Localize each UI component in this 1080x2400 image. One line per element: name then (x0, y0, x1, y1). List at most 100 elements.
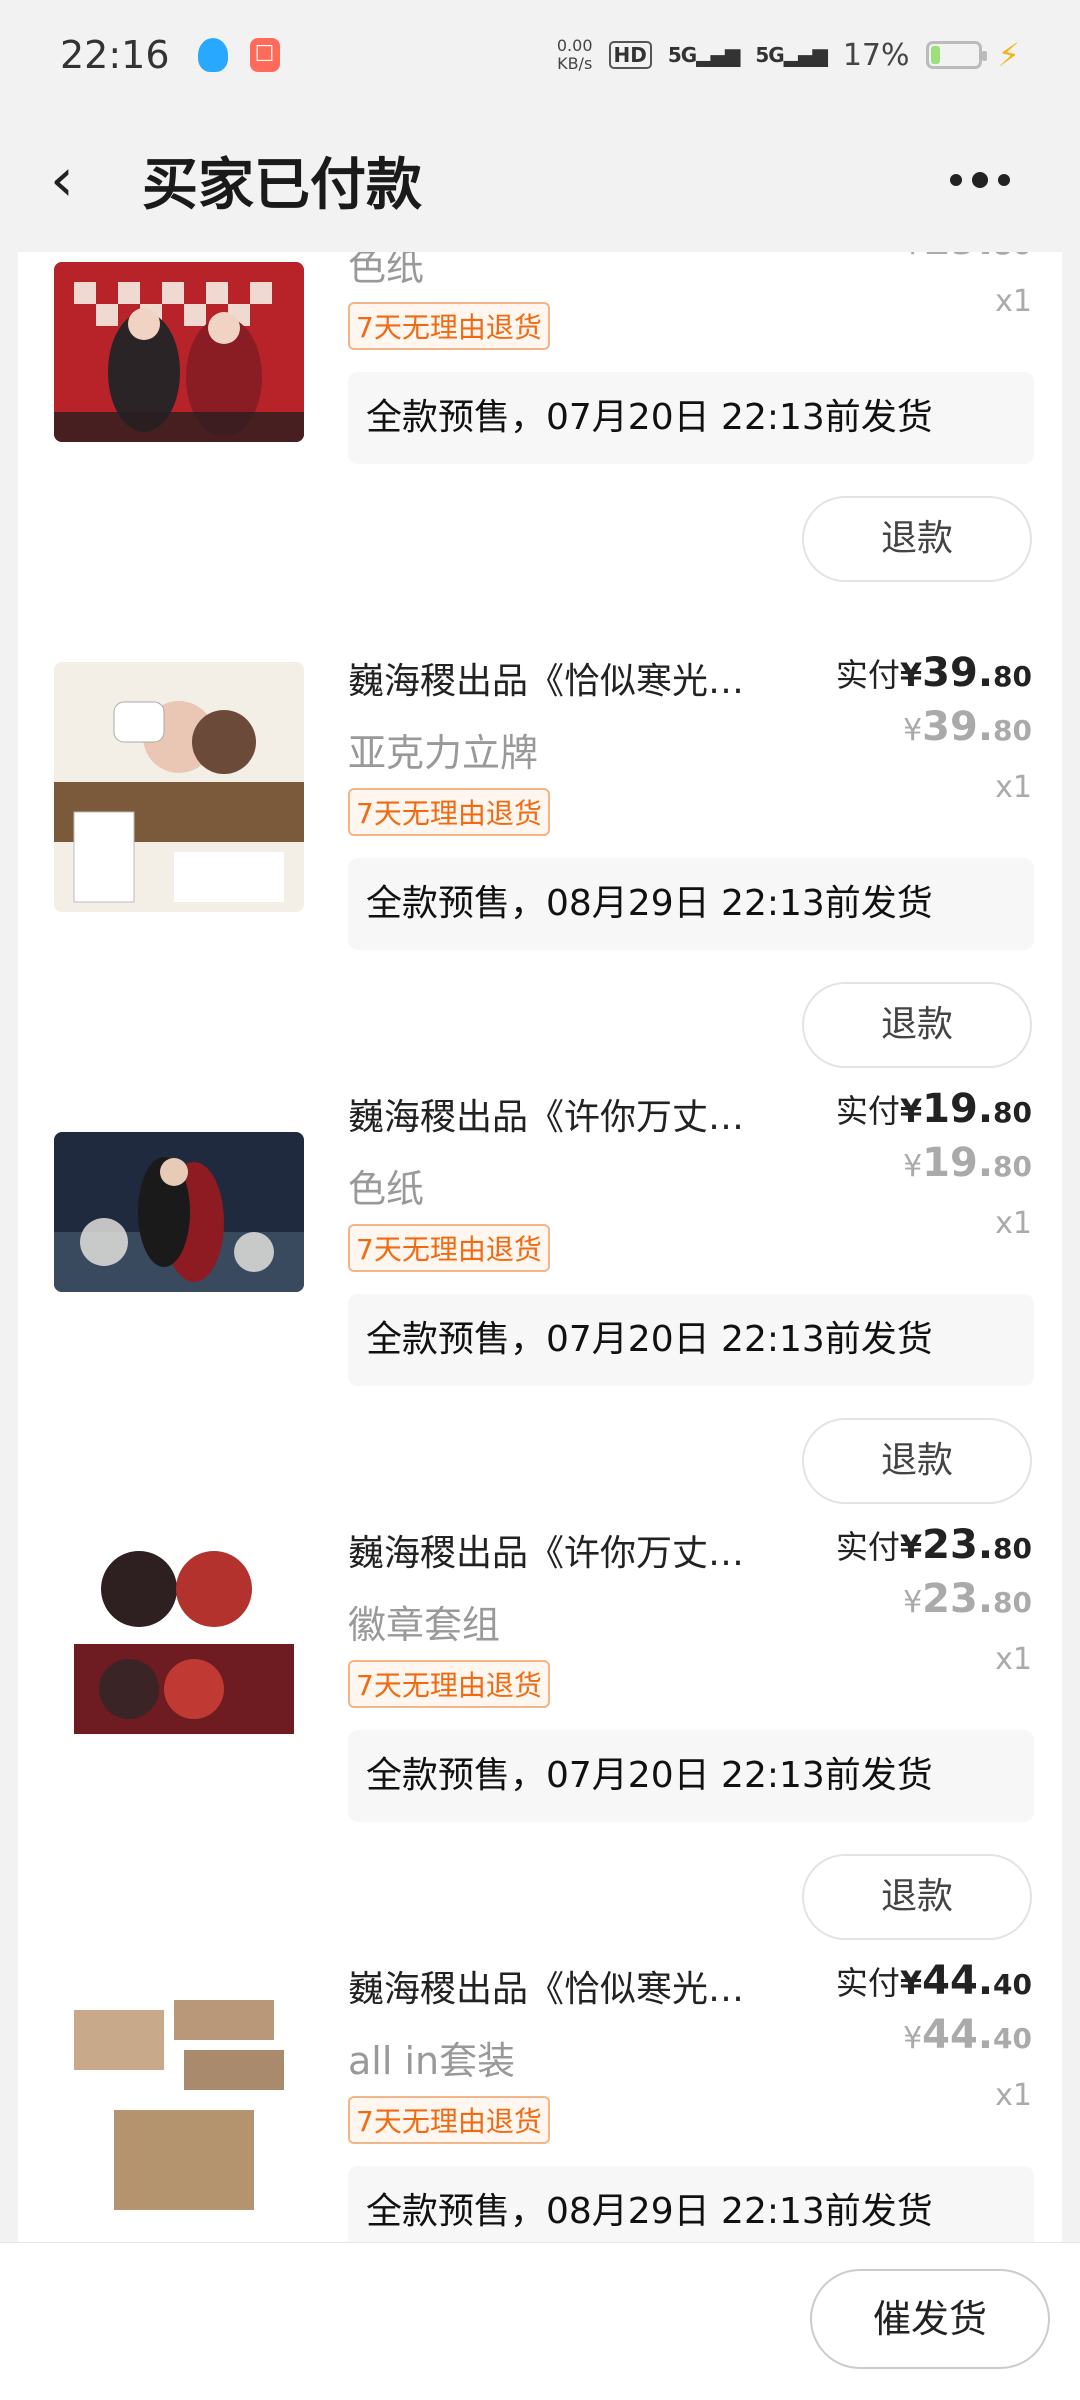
order-item[interactable]: 巍海稷出品《许你万丈… 色纸 7天无理由退货 实付¥19.80 ¥19.80 x… (18, 1086, 1062, 1524)
original-price: ¥39.80 (903, 704, 1032, 750)
paid-currency: ¥ (899, 1964, 923, 2002)
qq-icon (197, 38, 228, 72)
urge-shipping-button[interactable]: 催发货 (810, 2269, 1050, 2369)
product-title: 巍海稷出品《恰似寒光… (348, 661, 745, 702)
order-items-card: 色纸 7天无理由退货 ¥19.80 x1 全款预售，07月20日 22:13前发… (18, 252, 1062, 2242)
order-item[interactable]: 巍海稷出品《恰似寒光… all in套装 7天无理由退货 实付¥44.40 ¥4… (18, 1958, 1062, 2242)
product-art (54, 1132, 304, 1292)
order-item[interactable]: 色纸 7天无理由退货 ¥19.80 x1 全款预售，07月20日 22:13前发… (18, 252, 1062, 602)
refund-button[interactable]: 退款 (802, 982, 1032, 1068)
app-notification-icon: ☐ (249, 38, 280, 72)
shipping-info: 全款预售，08月29日 22:13前发货 (348, 858, 1034, 950)
product-variant: 亚克力立牌 (348, 731, 539, 775)
product-image[interactable] (54, 262, 304, 442)
original-price: ¥19.80 (903, 1140, 1032, 1186)
paid-label: 实付 (835, 1528, 900, 1566)
quantity: x1 (995, 2078, 1032, 2113)
product-image[interactable] (54, 1534, 304, 1784)
shipping-info: 全款预售，07月20日 22:13前发货 (348, 1294, 1034, 1386)
shipping-info: 全款预售，08月29日 22:13前发货 (348, 2166, 1034, 2242)
product-image[interactable] (54, 1132, 304, 1292)
paid-price: 实付¥23.80 (836, 1522, 1032, 1568)
more-dots-icon[interactable] (950, 172, 1010, 188)
quantity: x1 (995, 770, 1032, 805)
orig-int: 39. (922, 704, 994, 750)
paid-dec: 40 (993, 1968, 1032, 2001)
orig-dec: 80 (993, 714, 1032, 747)
orig-dec: 40 (993, 2022, 1032, 2055)
original-price: ¥44.40 (903, 2012, 1032, 2058)
battery-percent: 17% (842, 37, 910, 73)
page-title: 买家已付款 (142, 152, 422, 218)
product-variant: all in套装 (348, 2039, 516, 2083)
paid-dec: 80 (993, 1096, 1032, 1129)
sim2-label: 5G (755, 43, 784, 67)
quantity: x1 (995, 1206, 1032, 1241)
product-title: 巍海稷出品《许你万丈… (348, 1533, 745, 1574)
paid-label: 实付 (835, 1092, 900, 1130)
orig-currency: ¥ (903, 1585, 923, 1620)
refund-button[interactable]: 退款 (802, 1418, 1032, 1504)
sim1-label: 5G (667, 43, 697, 67)
status-time: 22:16 (60, 33, 170, 77)
paid-int: 44. (922, 1958, 994, 2004)
orig-currency: ¥ (903, 2021, 923, 2056)
net-speed: 0.00 KB/s (557, 37, 593, 73)
charging-icon: ⚡ (997, 36, 1020, 74)
net-speed-value: 0.00 (556, 36, 593, 55)
back-chevron-icon[interactable]: ‹ (50, 150, 120, 210)
battery-fill (930, 46, 940, 64)
return-policy-tag: 7天无理由退货 (348, 788, 550, 836)
return-policy-tag: 7天无理由退货 (348, 1660, 550, 1708)
original-price: ¥23.80 (903, 1576, 1032, 1622)
refund-button[interactable]: 退款 (802, 1854, 1032, 1940)
orig-currency: ¥ (903, 1149, 923, 1184)
orig-dec: 80 (993, 1586, 1032, 1619)
orig-currency: ¥ (903, 252, 922, 262)
paid-currency: ¥ (899, 656, 923, 694)
orig-dec: 80 (993, 252, 1032, 261)
quantity: x1 (995, 284, 1032, 319)
hd-icon: HD (608, 41, 652, 69)
orig-dec: 80 (993, 1150, 1032, 1183)
refund-button[interactable]: 退款 (802, 496, 1032, 582)
paid-price: 实付¥44.40 (836, 1958, 1032, 2004)
paid-dec: 80 (993, 1532, 1032, 1565)
return-policy-tag: 7天无理由退货 (348, 302, 550, 350)
product-art (54, 1534, 304, 1784)
signal-2-icon: 5G▂▄▆ (755, 43, 827, 67)
bottom-action-bar: 催发货 (0, 2242, 1080, 2400)
product-art (54, 662, 304, 912)
orig-currency: ¥ (903, 713, 923, 748)
quantity: x1 (995, 1642, 1032, 1677)
product-art (54, 1980, 304, 2220)
paid-int: 39. (922, 650, 994, 696)
product-variant: 徽章套组 (348, 1603, 501, 1647)
product-variant: 色纸 (348, 1167, 425, 1211)
orig-int: 19. (922, 1140, 994, 1186)
orig-int: 19. (922, 252, 993, 264)
orig-int: 23. (922, 1576, 994, 1622)
product-image[interactable] (54, 1980, 304, 2220)
status-bar: 22:16 ☐ 0.00 KB/s HD 5G▂▄▆ 5G▂▄▆ 17% ⚡ (0, 0, 1080, 110)
nav-bar: ‹ 买家已付款 (0, 110, 1080, 250)
paid-label: 实付 (835, 1964, 900, 2002)
paid-currency: ¥ (899, 1092, 923, 1130)
signal-1-icon: 5G▂▄▆ (667, 43, 740, 67)
paid-label: 实付 (835, 656, 900, 694)
paid-price: 实付¥39.80 (836, 650, 1032, 696)
battery-icon (925, 41, 987, 69)
product-title: 巍海稷出品《许你万丈… (348, 1097, 745, 1138)
product-image[interactable] (54, 662, 304, 912)
order-item[interactable]: 巍海稷出品《恰似寒光… 亚克力立牌 7天无理由退货 实付¥39.80 ¥39.8… (18, 650, 1062, 1088)
paid-int: 23. (922, 1522, 994, 1568)
shipping-info: 全款预售，07月20日 22:13前发货 (348, 372, 1034, 464)
paid-dec: 80 (993, 660, 1032, 693)
paid-currency: ¥ (899, 1528, 923, 1566)
order-item[interactable]: 巍海稷出品《许你万丈… 徽章套组 7天无理由退货 实付¥23.80 ¥23.80… (18, 1522, 1062, 1960)
paid-price: 实付¥19.80 (836, 1086, 1032, 1132)
original-price: ¥19.80 (903, 252, 1032, 264)
orig-int: 44. (922, 2012, 994, 2058)
paid-int: 19. (922, 1086, 994, 1132)
shipping-info: 全款预售，07月20日 22:13前发货 (348, 1730, 1034, 1822)
